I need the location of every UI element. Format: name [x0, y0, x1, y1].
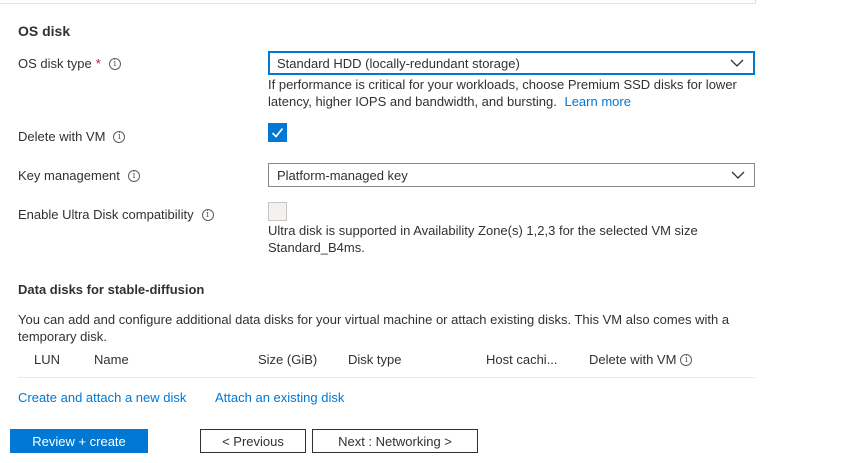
data-disks-section-title: Data disks for stable-diffusion — [18, 282, 205, 297]
column-header-delete-with-vm-label: Delete with VM — [589, 352, 677, 367]
column-header-host-caching: Host cachi... — [486, 352, 558, 367]
ultra-disk-label-row: Enable Ultra Disk compatibility i — [18, 207, 214, 222]
ultra-disk-help-line2: Standard_B4ms. — [268, 240, 365, 255]
previous-button[interactable]: < Previous — [200, 429, 306, 453]
learn-more-link[interactable]: Learn more — [564, 94, 630, 109]
column-header-delete-with-vm: Delete with VM i — [589, 352, 693, 367]
attach-existing-disk-link[interactable]: Attach an existing disk — [215, 390, 344, 405]
delete-with-vm-checkbox[interactable] — [268, 123, 287, 142]
required-asterisk: * — [95, 56, 101, 71]
ultra-disk-checkbox[interactable] — [268, 202, 287, 221]
ultra-disk-help-line1: Ultra disk is supported in Availability … — [268, 223, 698, 238]
checkmark-icon — [271, 127, 284, 138]
previous-section-bottom-border — [0, 0, 756, 4]
data-disks-description: You can add and configure additional dat… — [18, 312, 730, 344]
os-disk-section-title: OS disk — [18, 23, 71, 39]
os-disk-type-help: If performance is critical for your work… — [268, 76, 755, 110]
key-management-dropdown[interactable]: Platform-managed key — [268, 163, 755, 187]
os-disk-type-label-row: OS disk type * i — [18, 56, 121, 71]
info-icon[interactable]: i — [113, 130, 126, 143]
info-icon[interactable]: i — [127, 169, 140, 182]
data-disks-table-header: LUN Name Size (GiB) Disk type Host cachi… — [18, 344, 755, 378]
next-networking-button[interactable]: Next : Networking > — [312, 429, 478, 453]
key-management-label: Key management — [18, 168, 120, 183]
column-header-name: Name — [94, 352, 129, 367]
key-management-label-row: Key management i — [18, 168, 140, 183]
ultra-disk-help: Ultra disk is supported in Availability … — [268, 222, 755, 256]
chevron-down-icon — [730, 59, 744, 67]
delete-with-vm-label: Delete with VM — [18, 129, 106, 144]
info-icon[interactable]: i — [108, 57, 121, 70]
chevron-down-icon — [731, 171, 745, 179]
create-attach-new-disk-link[interactable]: Create and attach a new disk — [18, 390, 186, 405]
ultra-disk-label: Enable Ultra Disk compatibility — [18, 207, 194, 222]
os-disk-type-dropdown[interactable]: Standard HDD (locally-redundant storage) — [268, 51, 755, 75]
info-icon[interactable]: i — [201, 208, 214, 221]
key-management-value: Platform-managed key — [277, 167, 408, 183]
info-icon[interactable]: i — [680, 353, 693, 366]
os-disk-type-label: OS disk type — [18, 56, 92, 71]
column-header-disk-type: Disk type — [348, 352, 402, 367]
column-header-size: Size (GiB) — [258, 352, 318, 367]
review-create-button[interactable]: Review + create — [10, 429, 148, 453]
os-disk-type-help-text: If performance is critical for your work… — [268, 77, 737, 109]
os-disk-type-value: Standard HDD (locally-redundant storage) — [277, 55, 520, 71]
delete-with-vm-label-row: Delete with VM i — [18, 129, 126, 144]
column-header-lun: LUN — [34, 352, 61, 367]
